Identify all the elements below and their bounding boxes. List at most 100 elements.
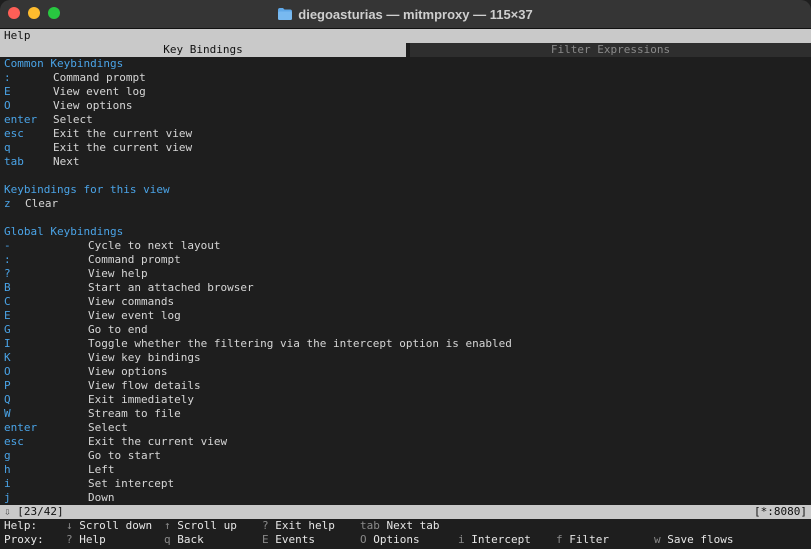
footer-proxy-label: Proxy: bbox=[4, 533, 44, 546]
keybindings-list: Common Keybindings : Command prompt E View … bbox=[0, 57, 811, 505]
keybinding-description: Down bbox=[88, 491, 115, 504]
keybinding-row: : Command prompt bbox=[0, 253, 811, 267]
footer-shortcut-key: O bbox=[360, 533, 367, 546]
footer-shortcut[interactable]: tab Next tab bbox=[360, 519, 458, 533]
footer-shortcut-key: tab bbox=[360, 519, 380, 532]
tab-key-bindings[interactable]: Key Bindings bbox=[0, 43, 406, 57]
keybinding-row: E View event log bbox=[0, 85, 811, 99]
help-tabs: Key Bindings Filter Expressions bbox=[0, 43, 811, 57]
keybinding-key: g bbox=[4, 449, 11, 462]
keybinding-row: enter Select bbox=[0, 421, 811, 435]
keybinding-key: C bbox=[4, 295, 11, 308]
close-button[interactable] bbox=[8, 7, 20, 19]
keybinding-description: View help bbox=[88, 267, 148, 280]
footer-shortcut[interactable]: ? Exit help bbox=[262, 519, 360, 533]
keybinding-description: Cycle to next layout bbox=[88, 239, 221, 252]
keybinding-row: O View options bbox=[0, 99, 811, 113]
keybinding-description: View options bbox=[88, 365, 168, 378]
keybinding-description: Exit the current view bbox=[88, 435, 228, 448]
tab-filter-expressions[interactable]: Filter Expressions bbox=[410, 43, 811, 57]
keybinding-key: W bbox=[4, 407, 11, 420]
footer-shortcut-key: ? bbox=[66, 533, 73, 546]
footer-shortcut-label: Options bbox=[373, 533, 420, 546]
server-address: [*:8080] bbox=[754, 505, 807, 518]
keybinding-key: tab bbox=[4, 155, 24, 168]
keybinding-key: G bbox=[4, 323, 11, 336]
help-title-bar: Help bbox=[0, 29, 811, 43]
keybinding-key: esc bbox=[4, 435, 24, 448]
section-title-global: Global Keybindings bbox=[4, 225, 124, 238]
footer-shortcut[interactable]: ? Help bbox=[66, 533, 164, 547]
footer-help-label: Help: bbox=[4, 519, 38, 532]
footer-shortcut[interactable]: w Save flows bbox=[654, 533, 752, 547]
keybinding-description: Start an attached browser bbox=[88, 281, 254, 294]
keybinding-row: B Start an attached browser bbox=[0, 281, 811, 295]
keybinding-description: Toggle whether the filtering via the int… bbox=[88, 337, 512, 350]
keybinding-description: Exit the current view bbox=[53, 141, 193, 154]
footer-help-row: Help: ↓ Scroll down ↑ Scroll up? Exit hel… bbox=[0, 519, 811, 533]
footer-shortcut-label: Events bbox=[275, 533, 315, 546]
window-title-group: diegoasturias — mitmproxy — 115×37 bbox=[278, 6, 533, 22]
footer-shortcut-label: Back bbox=[177, 533, 204, 546]
keybinding-row: E View event log bbox=[0, 309, 811, 323]
keybinding-key: enter bbox=[4, 113, 38, 126]
keybinding-key: O bbox=[4, 99, 11, 112]
keybinding-row: I Toggle whether the filtering via the in… bbox=[0, 337, 811, 351]
keybinding-description: Exit immediately bbox=[88, 393, 194, 406]
keybinding-row: i Set intercept bbox=[0, 477, 811, 491]
footer-shortcut[interactable]: ↓ Scroll down bbox=[66, 519, 164, 533]
keybinding-description: View flow details bbox=[88, 379, 201, 392]
keybinding-row: q Exit the current view bbox=[0, 141, 811, 155]
footer-shortcut-label: Scroll up bbox=[177, 519, 237, 532]
keybinding-description: Left bbox=[88, 463, 115, 476]
keybinding-key: : bbox=[4, 253, 11, 266]
keybinding-key: I bbox=[4, 337, 11, 350]
keybinding-description: Next bbox=[53, 155, 80, 168]
footer-shortcut-key: f bbox=[556, 533, 563, 546]
title-bar: diegoasturias — mitmproxy — 115×37 bbox=[0, 0, 811, 29]
keybinding-row: O View options bbox=[0, 365, 811, 379]
keybinding-key: q bbox=[4, 141, 11, 154]
keybinding-row: : Command prompt bbox=[0, 71, 811, 85]
footer-shortcut[interactable]: q Back bbox=[164, 533, 262, 547]
keybinding-description: Stream to file bbox=[88, 407, 181, 420]
footer-shortcut[interactable]: ↑ Scroll up bbox=[164, 519, 262, 533]
keybinding-description: View key bindings bbox=[88, 351, 201, 364]
scroll-position: [23/42] bbox=[17, 505, 64, 518]
footer-shortcut[interactable]: i Intercept bbox=[458, 533, 556, 547]
keybinding-description: View event log bbox=[88, 309, 181, 322]
footer-shortcut-key: ? bbox=[262, 519, 269, 532]
keybinding-description: Command prompt bbox=[88, 253, 181, 266]
keybinding-row: esc Exit the current view bbox=[0, 435, 811, 449]
footer-shortcut-label: Intercept bbox=[471, 533, 531, 546]
footer-shortcut-label: Help bbox=[79, 533, 106, 546]
keybinding-key: j bbox=[4, 491, 11, 504]
maximize-button[interactable] bbox=[48, 7, 60, 19]
footer-shortcut[interactable]: O Options bbox=[360, 533, 458, 547]
footer-shortcut-key: w bbox=[654, 533, 661, 546]
window-controls bbox=[8, 7, 60, 19]
keybinding-description: View event log bbox=[53, 85, 146, 98]
keybinding-description: Set intercept bbox=[88, 477, 175, 490]
minimize-button[interactable] bbox=[28, 7, 40, 19]
keybinding-description: Go to end bbox=[88, 323, 148, 336]
footer-shortcut-key: E bbox=[262, 533, 269, 546]
keybinding-key: z bbox=[4, 197, 11, 210]
keybinding-row: enter Select bbox=[0, 113, 811, 127]
keybinding-row: W Stream to file bbox=[0, 407, 811, 421]
status-left: ⇩ [23/42] bbox=[4, 505, 64, 519]
footer-shortcut[interactable]: f Filter bbox=[556, 533, 654, 547]
section-title-view: Keybindings for this view bbox=[4, 183, 170, 196]
keybinding-key: O bbox=[4, 365, 11, 378]
keybinding-row: z Clear bbox=[0, 197, 811, 211]
keybinding-description: Exit the current view bbox=[53, 127, 193, 140]
keybinding-description: Select bbox=[53, 113, 93, 126]
footer-shortcut-label: Save flows bbox=[667, 533, 734, 546]
keybinding-key: P bbox=[4, 379, 11, 392]
footer-shortcut-label: Filter bbox=[569, 533, 609, 546]
footer-shortcut[interactable]: E Events bbox=[262, 533, 360, 547]
window-title: diegoasturias — mitmproxy — 115×37 bbox=[298, 6, 533, 22]
footer-proxy-row: Proxy: ? Help q Back E Events O Options i In… bbox=[0, 533, 811, 547]
